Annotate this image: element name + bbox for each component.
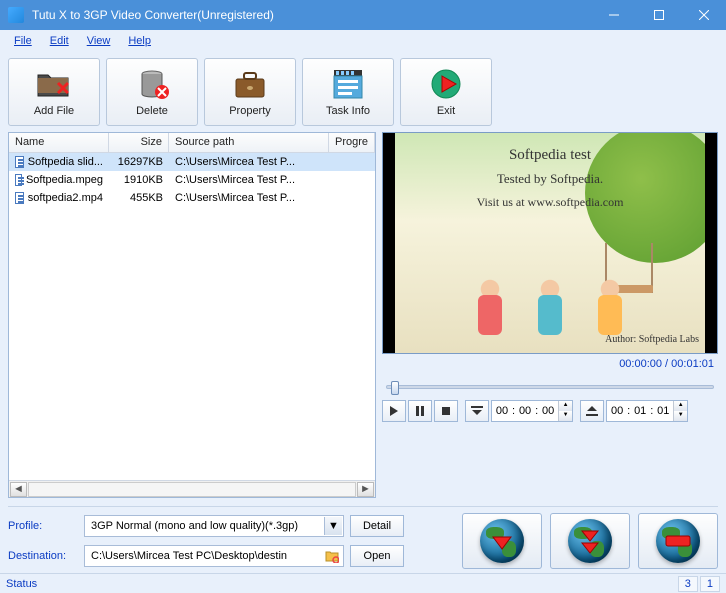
exit-icon	[428, 67, 464, 101]
destination-label: Destination:	[8, 550, 78, 562]
open-button[interactable]: Open	[350, 545, 404, 567]
briefcase-icon	[232, 67, 268, 101]
delete-button[interactable]: Delete	[106, 58, 198, 126]
convert-all-button[interactable]	[550, 513, 630, 569]
play-button[interactable]	[382, 400, 406, 422]
detail-button[interactable]: Detail	[350, 515, 404, 537]
table-row[interactable]: Softpedia.mpeg1910KBC:\Users\Mircea Test…	[9, 171, 375, 189]
exit-button[interactable]: Exit	[400, 58, 492, 126]
preview-text-3: Visit us at www.softpedia.com	[395, 195, 705, 210]
app-icon	[8, 7, 24, 23]
convert-selected-button[interactable]	[462, 513, 542, 569]
preview-panel: Softpedia test Tested by Softpedia. Visi…	[382, 132, 718, 498]
col-name[interactable]: Name	[9, 133, 109, 152]
status-label: Status	[6, 578, 37, 590]
menu-help[interactable]: Help	[120, 33, 159, 49]
scroll-left-button[interactable]: ◄	[10, 482, 27, 497]
table-row[interactable]: Softpedia slid...16297KBC:\Users\Mircea …	[9, 153, 375, 171]
browse-folder-icon[interactable]	[325, 549, 339, 563]
file-icon	[15, 192, 24, 204]
status-count-selected: 1	[700, 576, 720, 592]
chevron-down-icon[interactable]: ▼	[324, 517, 342, 535]
column-headers: Name Size Source path Progre	[9, 133, 375, 153]
video-preview[interactable]: Softpedia test Tested by Softpedia. Visi…	[382, 132, 718, 354]
file-list: Name Size Source path Progre Softpedia s…	[8, 132, 376, 498]
mark-out-button[interactable]	[580, 400, 604, 422]
seek-slider[interactable]	[382, 378, 718, 396]
time-display: 00:00:00 / 00:01:01	[382, 358, 718, 374]
scroll-track[interactable]	[28, 482, 356, 497]
col-size[interactable]: Size	[109, 133, 169, 152]
task-info-icon	[330, 67, 366, 101]
toolbar: Add File Delete Property Task Info Exit	[8, 58, 718, 126]
output-settings: Profile: 3GP Normal (mono and low qualit…	[8, 513, 404, 569]
end-time-spinner[interactable]: ▲▼	[673, 401, 687, 421]
start-time-input[interactable]: 00: 00: 00 ▲▼	[491, 400, 573, 422]
task-info-button[interactable]: Task Info	[302, 58, 394, 126]
horizontal-scrollbar[interactable]: ◄ ►	[9, 480, 375, 497]
status-bar: Status 3 1	[0, 573, 726, 593]
col-path[interactable]: Source path	[169, 133, 329, 152]
playback-controls: 00: 00: 00 ▲▼ 00: 01: 01 ▲▼	[382, 400, 718, 422]
menu-bar: File Edit View Help	[0, 30, 726, 52]
close-button[interactable]	[681, 0, 726, 30]
trash-icon	[134, 67, 170, 101]
stop-convert-button[interactable]	[638, 513, 718, 569]
stop-button[interactable]	[434, 400, 458, 422]
mark-in-button[interactable]	[465, 400, 489, 422]
start-time-spinner[interactable]: ▲▼	[558, 401, 572, 421]
pause-button[interactable]	[408, 400, 432, 422]
profile-combo[interactable]: 3GP Normal (mono and low quality)(*.3gp)…	[84, 515, 344, 537]
preview-text-2: Tested by Softpedia.	[395, 171, 705, 187]
action-buttons	[462, 513, 718, 569]
table-row[interactable]: softpedia2.mp4455KBC:\Users\Mircea Test …	[9, 189, 375, 207]
window-title: Tutu X to 3GP Video Converter(Unregister…	[32, 8, 591, 22]
menu-file[interactable]: File	[6, 33, 40, 49]
menu-view[interactable]: View	[79, 33, 119, 49]
destination-input[interactable]: C:\Users\Mircea Test PC\Desktop\destin	[84, 545, 344, 567]
scroll-right-button[interactable]: ►	[357, 482, 374, 497]
minimize-button[interactable]	[591, 0, 636, 30]
maximize-button[interactable]	[636, 0, 681, 30]
property-button[interactable]: Property	[204, 58, 296, 126]
folder-add-icon	[36, 67, 72, 101]
status-count-total: 3	[678, 576, 698, 592]
col-progress[interactable]: Progre	[329, 133, 375, 152]
file-icon	[15, 174, 22, 186]
end-time-input[interactable]: 00: 01: 01 ▲▼	[606, 400, 688, 422]
profile-label: Profile:	[8, 520, 78, 532]
add-file-button[interactable]: Add File	[8, 58, 100, 126]
file-rows[interactable]: Softpedia slid...16297KBC:\Users\Mircea …	[9, 153, 375, 480]
file-icon	[15, 156, 24, 168]
seek-thumb[interactable]	[391, 381, 399, 395]
title-bar: Tutu X to 3GP Video Converter(Unregister…	[0, 0, 726, 30]
preview-text-1: Softpedia test	[395, 147, 705, 164]
menu-edit[interactable]: Edit	[42, 33, 77, 49]
